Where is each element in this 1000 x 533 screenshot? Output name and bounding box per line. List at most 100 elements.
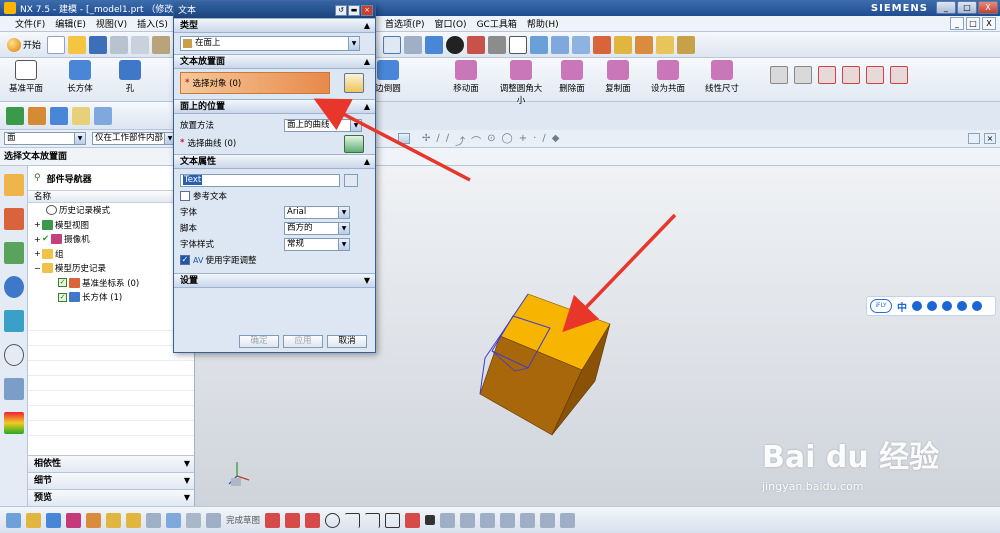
close-button[interactable]: X xyxy=(978,1,998,14)
doc-restore-button[interactable]: □ xyxy=(966,17,980,30)
doc-close-button[interactable]: X xyxy=(982,17,996,30)
snap-point-icon[interactable]: · xyxy=(533,133,536,148)
gear-icon[interactable] xyxy=(972,301,982,311)
point-icon[interactable] xyxy=(425,515,436,525)
history-tab-icon[interactable] xyxy=(4,344,24,366)
text-options-icon[interactable] xyxy=(344,173,358,187)
arc-icon[interactable] xyxy=(305,512,321,528)
font-style-select[interactable]: 常规 ▼ xyxy=(284,237,350,251)
sketch-icon[interactable] xyxy=(186,512,201,528)
column-header-name[interactable]: 名称 xyxy=(28,190,194,203)
render-style-icon[interactable] xyxy=(446,35,465,54)
snap-center-icon[interactable]: ⊙ xyxy=(487,133,495,148)
circle-icon[interactable] xyxy=(325,512,341,528)
linear-dimension-tool[interactable]: 线性尺寸 xyxy=(700,60,744,94)
menu-window[interactable]: 窗口(O) xyxy=(429,17,471,30)
roles-tab-icon[interactable] xyxy=(4,412,24,434)
tree-row-history-mode[interactable]: 历史记录模式 xyxy=(28,203,194,218)
process-studio-tab-icon[interactable] xyxy=(4,378,24,400)
spline-icon[interactable] xyxy=(405,512,421,528)
point-constructor-icon[interactable] xyxy=(106,512,121,528)
apply-button[interactable]: 应用 xyxy=(283,334,323,348)
constraint-face-icon[interactable] xyxy=(890,66,908,84)
text-properties-section-header[interactable]: 文本属性 ▲ xyxy=(174,154,375,169)
visibility-checkbox[interactable]: ✓ xyxy=(58,292,67,302)
rectangle-icon[interactable] xyxy=(385,512,401,528)
close-view-icon[interactable]: × xyxy=(984,133,996,144)
scope-filter-select[interactable]: 仅在工作部件内部 ▼ xyxy=(92,132,176,145)
move-object-icon[interactable] xyxy=(26,512,41,528)
chamfer-icon[interactable] xyxy=(365,512,381,528)
dialog-title-bar[interactable]: 文本 ↺ ▬ × xyxy=(174,4,375,18)
mirror-icon[interactable] xyxy=(66,512,81,528)
start-button[interactable]: 开始 xyxy=(4,37,44,52)
undo-icon[interactable] xyxy=(50,106,68,125)
snap-icon[interactable] xyxy=(614,35,633,54)
menu-insert[interactable]: 插入(S) xyxy=(132,17,173,30)
details-panel-header[interactable]: 细节 ▼ xyxy=(28,472,194,489)
punctuation-icon[interactable] xyxy=(927,301,937,311)
placement-section-header[interactable]: 面上的位置 ▲ xyxy=(174,99,375,114)
red-cube-icon[interactable] xyxy=(467,35,486,54)
visibility-checkbox[interactable]: ✓ xyxy=(58,278,67,288)
analysis-icon[interactable] xyxy=(677,35,696,54)
reset-icon[interactable]: ↺ xyxy=(335,5,347,16)
hole-tool[interactable]: 孔 xyxy=(108,60,152,94)
mirror-face-icon[interactable] xyxy=(842,66,860,84)
save-icon[interactable] xyxy=(89,35,108,54)
doc-minimize-button[interactable]: _ xyxy=(950,17,964,30)
menu-file[interactable]: 文件(F) xyxy=(10,17,50,30)
offset-curve-icon[interactable] xyxy=(440,512,456,528)
finish-sketch-label[interactable]: 完成草图 xyxy=(226,514,260,526)
snap-point-icon[interactable] xyxy=(6,512,21,528)
select-curve-label[interactable]: 选择曲线 (0) xyxy=(187,137,236,149)
keyboard-icon[interactable] xyxy=(957,301,967,311)
text-input[interactable]: Text xyxy=(180,173,340,187)
resize-blend-tool[interactable]: 调整圆角大小 xyxy=(496,60,546,106)
ruler-icon[interactable] xyxy=(656,35,675,54)
layer-settings-icon[interactable] xyxy=(166,512,181,528)
array-icon[interactable] xyxy=(560,512,576,528)
menu-preferences[interactable]: 首选项(P) xyxy=(380,17,429,30)
edit-feature-icon[interactable] xyxy=(28,106,46,125)
ime-language-toggle[interactable]: 中 xyxy=(897,299,907,314)
block-tool[interactable]: 长方体 xyxy=(58,60,102,94)
tree-row-block[interactable]: ✓ 长方体 (1) xyxy=(28,290,194,305)
menu-gc-toolbox[interactable]: GC工具箱 xyxy=(472,17,522,30)
ifly-badge[interactable]: iFLY xyxy=(870,299,892,313)
info-tab-icon[interactable] xyxy=(4,276,24,298)
minimize-button[interactable]: _ xyxy=(936,1,956,14)
face-select-cube-icon[interactable] xyxy=(344,73,364,93)
move-face-tool[interactable]: 移动面 xyxy=(444,60,488,94)
offset-icon[interactable] xyxy=(770,66,788,84)
curve-select-icon[interactable] xyxy=(344,135,364,153)
menu-edit[interactable]: 编辑(E) xyxy=(50,17,91,30)
expand-icon[interactable]: + xyxy=(34,220,42,229)
fit-view-icon[interactable] xyxy=(383,35,402,54)
settings-section-header[interactable]: 设置 ▼ xyxy=(174,273,375,288)
pattern-face-icon[interactable] xyxy=(818,66,836,84)
expand-icon[interactable]: + xyxy=(34,249,42,258)
vector-icon[interactable] xyxy=(126,512,141,528)
delete-face-tool[interactable]: 删除面 xyxy=(550,60,594,94)
tree-row-datum-csys[interactable]: ✓ 基准坐标系 (0) xyxy=(28,276,194,291)
cancel-button[interactable]: 取消 xyxy=(327,334,367,348)
csys-icon[interactable] xyxy=(593,35,612,54)
gray-cube-icon[interactable] xyxy=(488,35,507,54)
close-icon[interactable]: × xyxy=(361,5,373,16)
dependencies-panel-header[interactable]: 相依性 ▼ xyxy=(28,455,194,472)
collapse-icon[interactable]: − xyxy=(34,264,42,273)
background-icon[interactable] xyxy=(509,35,528,54)
tree-row-groups[interactable]: + 组 xyxy=(28,247,194,262)
tree-row-cameras[interactable]: + ✔ 摄像机 xyxy=(28,232,194,247)
script-select[interactable]: 西方的 ▼ xyxy=(284,221,350,235)
paste-icon[interactable] xyxy=(152,35,171,54)
menu-help[interactable]: 帮助(H) xyxy=(522,17,564,30)
menu-view[interactable]: 视图(V) xyxy=(91,17,132,30)
type-select[interactable]: 在面上 ▼ xyxy=(180,36,360,51)
corner-icon[interactable] xyxy=(500,512,516,528)
transform-icon[interactable] xyxy=(46,512,61,528)
microphone-icon[interactable] xyxy=(942,301,952,311)
extend-icon[interactable] xyxy=(480,512,496,528)
web-browser-tab-icon[interactable] xyxy=(4,310,24,332)
